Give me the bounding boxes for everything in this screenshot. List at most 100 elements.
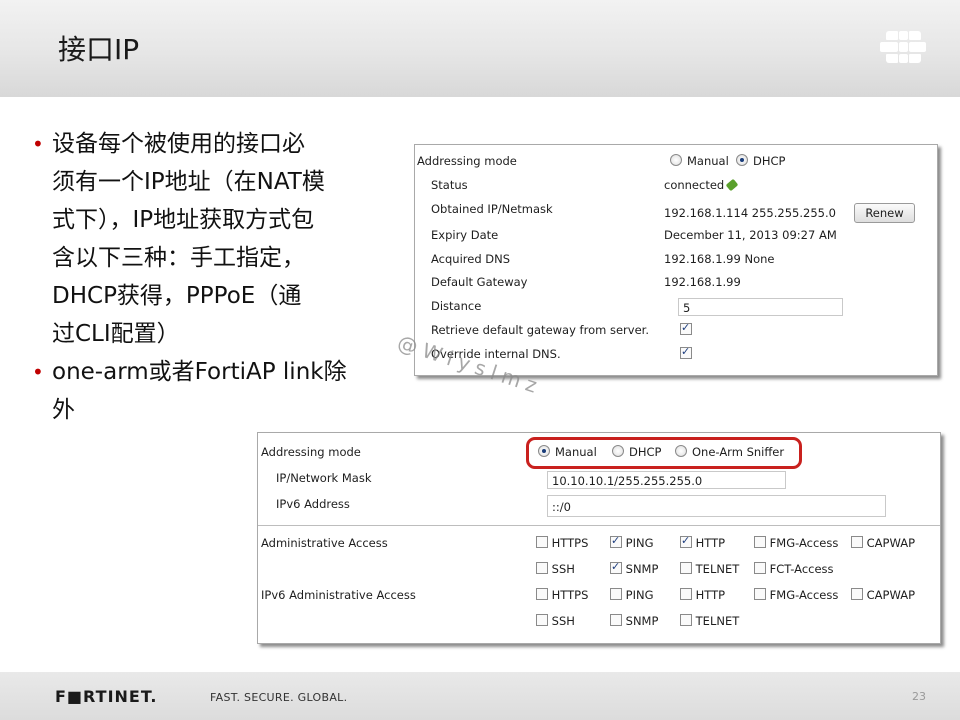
radio-selected-icon[interactable]	[736, 154, 748, 166]
admin-fmg-access-option[interactable]: FMG-Access	[754, 536, 838, 550]
radio-one-arm-sniffer[interactable]: One-Arm Sniffer	[675, 445, 784, 459]
option-label: HTTPS	[551, 536, 589, 550]
section-divider	[258, 525, 940, 526]
obtained-ip-label: Obtained IP/Netmask	[431, 202, 553, 216]
admin-capwap-option[interactable]: CAPWAP	[851, 536, 915, 550]
bullet-line: 过CLI配置）	[52, 321, 180, 347]
option-label: SSH	[551, 562, 575, 576]
ipv6-snmp-option[interactable]: SNMP	[610, 614, 658, 628]
ipv6-admin-access-label: IPv6 Administrative Access	[261, 588, 416, 602]
ipv6-address-label: IPv6 Address	[276, 497, 350, 511]
bullet-dot-icon: •	[32, 360, 44, 384]
checkbox-icon[interactable]	[610, 588, 622, 600]
bullet-line: one-arm或者FortiAP link除	[52, 359, 347, 385]
ipv6-capwap-option[interactable]: CAPWAP	[851, 588, 915, 602]
admin-ssh-option[interactable]: SSH	[536, 562, 575, 576]
radio-manual[interactable]: Manual	[670, 154, 729, 168]
checkbox-icon[interactable]	[754, 562, 766, 574]
addressing-mode-label: Addressing mode	[417, 154, 517, 168]
option-label: SSH	[551, 614, 575, 628]
admin-access-label: Administrative Access	[261, 536, 388, 550]
option-label: HTTP	[695, 536, 726, 550]
radio-selected-icon[interactable]	[538, 445, 550, 457]
option-label: PING	[625, 536, 654, 550]
retrieve-gateway-checkbox[interactable]	[680, 321, 692, 335]
checkbox-checked-icon[interactable]	[610, 534, 622, 548]
checkbox-icon[interactable]	[680, 562, 692, 574]
expiry-date-value: December 11, 2013 09:27 AM	[664, 228, 837, 242]
checkbox-icon[interactable]	[851, 588, 863, 600]
default-gateway-label: Default Gateway	[431, 275, 528, 289]
status-value: connected	[664, 178, 739, 192]
checkbox-icon[interactable]	[536, 562, 548, 574]
checkbox-icon[interactable]	[851, 536, 863, 548]
option-label: SNMP	[625, 562, 659, 576]
checkbox-icon[interactable]	[680, 614, 692, 626]
checkbox-icon[interactable]	[536, 588, 548, 600]
page-number: 23	[912, 690, 926, 703]
radio-label: DHCP	[753, 154, 786, 168]
ip-netmask-input[interactable]: 10.10.10.1/255.255.255.0	[547, 471, 786, 489]
option-label: PING	[625, 588, 654, 602]
option-label: FCT-Access	[769, 562, 834, 576]
status-label: Status	[431, 178, 468, 192]
radio-dhcp[interactable]: DHCP	[612, 445, 661, 459]
slide-title: 接口IP	[58, 33, 140, 66]
ipv6-ssh-option[interactable]: SSH	[536, 614, 575, 628]
bullet-line: DHCP获得，PPPoE（通	[52, 283, 302, 309]
option-label: HTTP	[695, 588, 726, 602]
ipv6-ping-option[interactable]: PING	[610, 588, 654, 602]
bullet-item: • 设备每个被使用的接口必 须有一个IP地址（在NAT模 式下），IP地址获取方…	[30, 125, 380, 353]
admin-http-option[interactable]: HTTP	[680, 534, 726, 550]
option-label: TELNET	[695, 562, 740, 576]
option-label: FMG-Access	[769, 536, 839, 550]
admin-fct-access-option[interactable]: FCT-Access	[754, 562, 834, 576]
bullet-line: 式下），IP地址获取方式包	[52, 207, 315, 233]
option-label: SNMP	[625, 614, 659, 628]
slide-header: 接口IP	[0, 0, 960, 97]
ipv6-http-option[interactable]: HTTP	[680, 588, 725, 602]
override-dns-checkbox[interactable]	[680, 345, 692, 359]
admin-snmp-option[interactable]: SNMP	[610, 560, 659, 576]
acquired-dns-label: Acquired DNS	[431, 252, 511, 266]
renew-button[interactable]: Renew	[854, 203, 915, 223]
checkbox-icon[interactable]	[754, 536, 766, 548]
connected-plug-icon	[725, 178, 739, 192]
bullet-line: 须有一个IP地址（在NAT模	[52, 169, 325, 195]
status-text: connected	[664, 178, 725, 192]
radio-icon[interactable]	[670, 154, 682, 166]
checkbox-checked-icon[interactable]	[610, 560, 622, 574]
radio-icon[interactable]	[612, 445, 624, 457]
checkbox-icon[interactable]	[754, 588, 766, 600]
obtained-ip-value: 192.168.1.114 255.255.255.0	[664, 206, 836, 220]
admin-telnet-option[interactable]: TELNET	[680, 562, 739, 576]
ipv6-address-input[interactable]: ::/0	[547, 495, 886, 517]
checkbox-icon[interactable]	[536, 614, 548, 626]
bullet-line: 外	[52, 397, 75, 423]
fortinet-logo: F■RTINET.	[55, 687, 158, 706]
checkbox-icon[interactable]	[680, 588, 692, 600]
distance-input[interactable]: 5	[678, 298, 843, 316]
option-label: CAPWAP	[866, 536, 916, 550]
checkbox-checked-icon[interactable]	[680, 534, 692, 548]
default-gateway-value: 192.168.1.99	[664, 275, 741, 289]
radio-label: Manual	[687, 154, 729, 168]
footer-tagline: FAST. SECURE. GLOBAL.	[210, 691, 348, 704]
ipv6-fmg-access-option[interactable]: FMG-Access	[754, 588, 838, 602]
bullet-line: 含以下三种：手工指定，	[52, 245, 305, 271]
ipv6-https-option[interactable]: HTTPS	[536, 588, 588, 602]
checkbox-icon[interactable]	[536, 536, 548, 548]
bullet-line: 设备每个被使用的接口必	[52, 131, 305, 157]
radio-manual[interactable]: Manual	[538, 445, 597, 459]
dhcp-addressing-panel: Addressing mode Manual DHCP Status conne…	[414, 144, 938, 376]
radio-dhcp[interactable]: DHCP	[736, 154, 785, 168]
checkbox-icon[interactable]	[610, 614, 622, 626]
ipv6-telnet-option[interactable]: TELNET	[680, 614, 739, 628]
admin-https-option[interactable]: HTTPS	[536, 536, 588, 550]
admin-ping-option[interactable]: PING	[610, 534, 654, 550]
bullet-item: • one-arm或者FortiAP link除 外	[30, 353, 380, 429]
option-label: FMG-Access	[769, 588, 839, 602]
radio-label: DHCP	[629, 445, 662, 459]
acquired-dns-value: 192.168.1.99 None	[664, 252, 775, 266]
radio-icon[interactable]	[675, 445, 687, 457]
